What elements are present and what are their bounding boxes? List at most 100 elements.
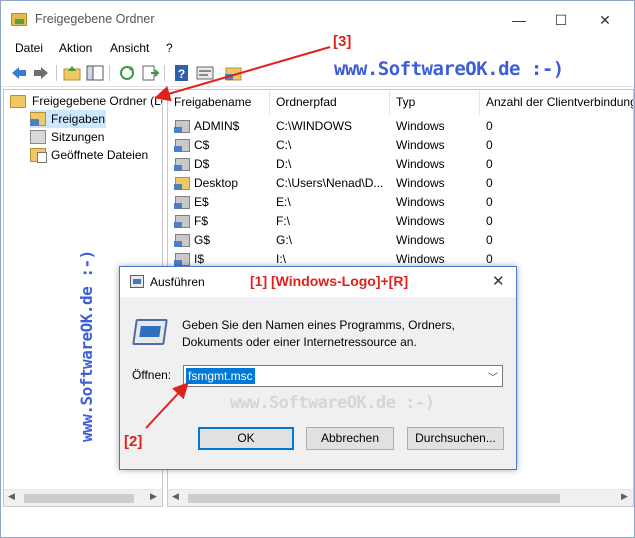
svg-text:?: ? [178,67,185,81]
share-icon [30,112,46,126]
annotation-1: [1] [Windows-Logo]+[R] [250,273,409,289]
run-dialog-close-button[interactable]: ✕ [492,272,505,290]
shared-drive-icon [174,158,190,171]
minimize-button[interactable]: — [499,7,539,33]
tree-item-label: Sitzungen [51,130,105,144]
cell-path: E:\ [276,195,291,209]
cell-path: G:\ [276,233,293,247]
scroll-left-icon[interactable]: ◀ [8,491,15,502]
run-dialog-title-bar: Ausführen [1] [Windows-Logo]+[R] ✕ [120,267,516,297]
cell-name: ADMIN$ [194,119,240,133]
tree-item-geoeffnete-dateien[interactable]: Geöffnete Dateien [30,146,162,164]
cell-count: 0 [486,138,493,152]
scroll-right-icon[interactable]: ▶ [150,491,157,502]
chevron-down-icon[interactable]: ﹀ [488,369,498,384]
cell-path: F:\ [276,214,290,228]
cell-type: Windows [396,233,445,247]
side-watermark: www.SoftwareOK.de :-) [77,250,96,442]
cell-type: Windows [396,157,445,171]
refresh-icon[interactable] [118,64,136,82]
tree-item-sitzungen[interactable]: Sitzungen [30,128,140,146]
annotation-3: [3] [333,33,352,50]
column-header-freigabename[interactable]: Freigabename [168,90,270,115]
annotation-2: [2] [124,433,143,450]
watermark-text: www.SoftwareOK.de :-) [334,58,564,80]
toolbar-separator [56,65,57,81]
shared-drive-icon [174,120,190,133]
run-icon [130,275,144,288]
run-dialog: Ausführen [1] [Windows-Logo]+[R] ✕ Geben… [119,266,517,470]
scroll-right-icon[interactable]: ▶ [621,491,628,502]
scrollbar-thumb[interactable] [24,494,134,503]
column-header-clientverbindungen[interactable]: Anzahl der Clientverbindungen [480,90,633,115]
new-share-icon[interactable] [225,64,243,82]
tree-horizontal-scrollbar[interactable]: ◀ ▶ [4,489,162,506]
shared-drive-icon [174,234,190,247]
menu-help[interactable]: ? [166,41,173,55]
shared-folder-icon [174,177,190,190]
properties-icon[interactable] [196,64,214,82]
cell-name: G$ [194,233,211,247]
table-row[interactable]: Desktop C:\Users\Nenad\D... Windows 0 [168,174,633,193]
open-files-icon [30,148,47,163]
run-dialog-title: Ausführen [150,275,205,289]
shared-drive-icon [174,139,190,152]
cancel-button[interactable]: Abbrechen [306,427,394,450]
tree-root-label: Freigegebene Ordner (Lo [32,94,163,108]
list-horizontal-scrollbar[interactable]: ◀ ▶ [168,489,633,506]
tree-item-label: Freigaben [51,112,106,126]
cell-count: 0 [486,119,493,133]
forward-arrow-icon[interactable] [32,64,50,82]
menu-aktion[interactable]: Aktion [59,41,92,55]
cell-type: Windows [396,119,445,133]
run-description: Geben Sie den Namen eines Programms, Ord… [182,318,455,349]
toolbar-separator [164,65,165,81]
open-label: Öffnen: [132,368,172,382]
cell-count: 0 [486,176,493,190]
column-header-ordnerpfad[interactable]: Ordnerpfad [270,90,390,115]
maximize-button[interactable]: ☐ [541,7,581,33]
tree-root[interactable]: Freigegebene Ordner (Lo [4,92,163,110]
ok-button[interactable]: OK [198,427,294,450]
cell-count: 0 [486,195,493,209]
cell-type: Windows [396,214,445,228]
cell-path: D:\ [276,157,292,171]
cell-name: D$ [194,157,210,171]
show-tree-icon[interactable] [86,64,104,82]
close-button[interactable]: ✕ [585,7,625,33]
back-arrow-icon[interactable] [10,64,28,82]
up-folder-icon[interactable] [63,64,81,82]
run-dialog-watermark: www.SoftwareOK.de :-) [230,393,435,413]
help-icon[interactable]: ? [173,64,191,82]
scrollbar-thumb[interactable] [188,494,560,503]
table-row[interactable]: G$ G:\ Windows 0 [168,231,633,250]
menu-ansicht[interactable]: Ansicht [110,41,149,55]
cell-name: E$ [194,195,209,209]
table-row[interactable]: D$ D:\ Windows 0 [168,155,633,174]
cell-type: Windows [396,138,445,152]
scroll-left-icon[interactable]: ◀ [172,491,179,502]
cell-path: C:\WINDOWS [276,119,352,133]
tree-item-freigaben[interactable]: Freigaben [30,110,106,128]
open-input-value[interactable]: fsmgmt.msc [186,368,255,384]
cell-count: 0 [486,233,493,247]
shared-folders-icon [11,13,27,26]
export-list-icon[interactable] [141,64,159,82]
cell-type: Windows [396,176,445,190]
table-row[interactable]: E$ E:\ Windows 0 [168,193,633,212]
browse-button[interactable]: Durchsuchen... [407,427,504,450]
table-row[interactable]: C$ C:\ Windows 0 [168,136,633,155]
open-input[interactable]: fsmgmt.msc ﹀ [183,365,503,387]
table-row[interactable]: ADMIN$ C:\WINDOWS Windows 0 [168,117,633,136]
menu-datei[interactable]: Datei [15,41,43,55]
cell-name: Desktop [194,176,239,190]
window-title: Freigegebene Ordner [35,12,155,26]
column-header-typ[interactable]: Typ [390,90,480,115]
toolbar-separator [109,65,110,81]
cell-count: 0 [486,214,493,228]
menu-bar: Datei Aktion Ansicht ? [1,38,634,58]
tree-item-label: Geöffnete Dateien [51,148,149,162]
table-row[interactable]: F$ F:\ Windows 0 [168,212,633,231]
cell-name: F$ [194,214,209,228]
shared-drive-icon [174,215,190,228]
